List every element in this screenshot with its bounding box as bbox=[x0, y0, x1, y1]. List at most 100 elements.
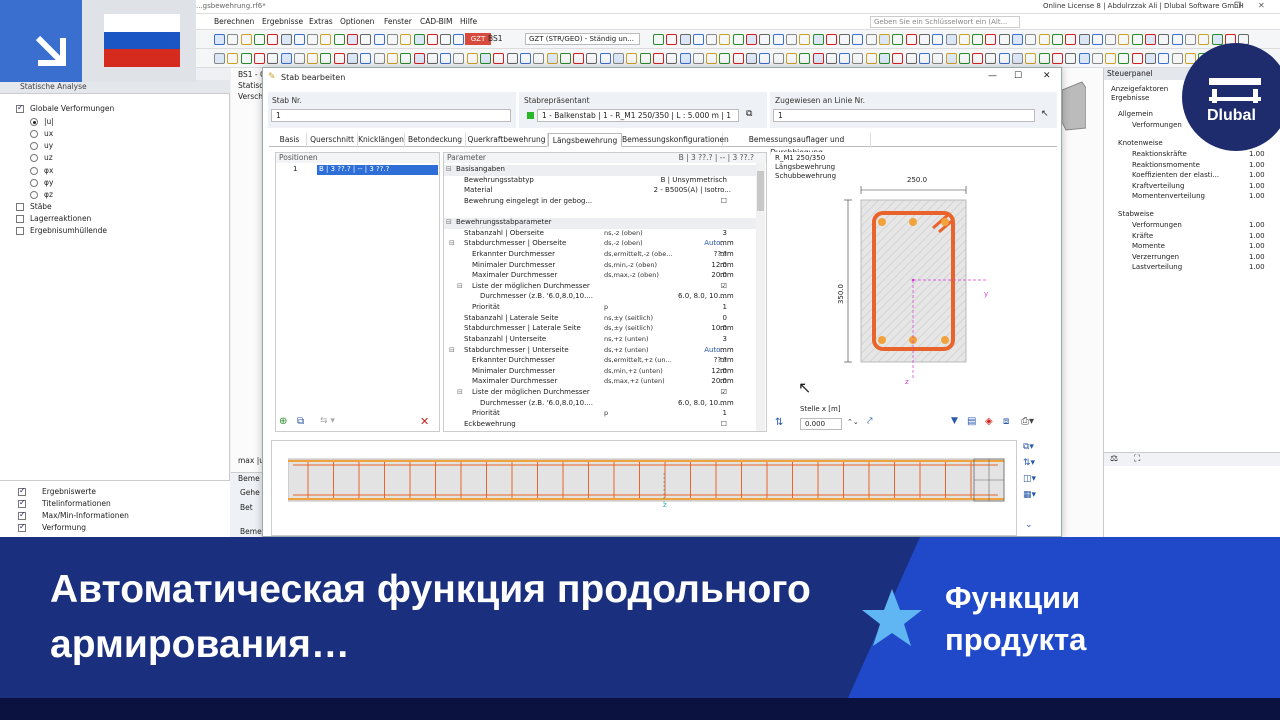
toolbar-button-icon[interactable] bbox=[839, 53, 851, 64]
toolbar-button-icon[interactable] bbox=[240, 34, 252, 45]
toolbar-button-icon[interactable] bbox=[267, 34, 279, 45]
collapse-toggle-icon[interactable]: ⊟ bbox=[457, 282, 463, 290]
parameter-value[interactable]: 2 - B500S(A) | Isotro... bbox=[654, 186, 731, 194]
toolbar-button-icon[interactable] bbox=[879, 34, 890, 45]
long-view-options-3-icon[interactable]: ◫▾ bbox=[1023, 474, 1036, 484]
stabrep-edit-icon[interactable]: ⧉ bbox=[746, 109, 752, 119]
toolbar-button-icon[interactable] bbox=[865, 34, 877, 45]
toolbar-button-icon[interactable] bbox=[918, 53, 930, 64]
table-icon[interactable]: ▤ bbox=[967, 416, 976, 427]
parameter-row[interactable]: Liste der möglichen Durchmesser ⊟ ☑ bbox=[444, 282, 759, 293]
toolbar-button-icon[interactable] bbox=[480, 53, 491, 64]
toolbar-button-icon[interactable] bbox=[812, 34, 824, 45]
parameter-row[interactable]: Maximaler Durchmesser ds,max,+z (unten) 20… bbox=[444, 377, 759, 388]
search-input[interactable]: Geben Sie ein Schlüsselwort ein (Alt... bbox=[870, 16, 1020, 28]
control-row-value[interactable]: 1.00 bbox=[1249, 242, 1265, 250]
toolbar-button-icon[interactable] bbox=[1091, 53, 1103, 64]
toolbar-button-icon[interactable] bbox=[1051, 34, 1063, 45]
collapse-toggle-icon[interactable]: ⊟ bbox=[446, 165, 452, 173]
tab-7[interactable]: Bemessungsauflager und Durchbiegung bbox=[723, 133, 871, 157]
toolbar-button-icon[interactable] bbox=[972, 53, 984, 64]
toolbar-button-icon[interactable] bbox=[320, 34, 332, 45]
delete-position-icon[interactable]: ✕ bbox=[420, 415, 429, 428]
toolbar-button-icon[interactable] bbox=[400, 53, 412, 64]
parameter-row[interactable]: Bewehrungsstabparameter ⊟ bbox=[444, 218, 759, 229]
toolbar-button-icon[interactable] bbox=[253, 53, 265, 64]
long-view-options-1-icon[interactable]: ⧉▾ bbox=[1023, 442, 1034, 452]
tab-0[interactable]: Basis bbox=[273, 133, 307, 147]
toolbar-button-icon[interactable] bbox=[240, 53, 252, 64]
toolbar-button-icon[interactable] bbox=[1171, 34, 1183, 45]
toolbar-button-icon[interactable] bbox=[746, 34, 757, 45]
toolbar-button-icon[interactable] bbox=[519, 53, 531, 64]
print-icon[interactable]: ⎙▾ bbox=[1021, 416, 1034, 427]
toolbar-button-icon[interactable] bbox=[400, 34, 412, 45]
toolbar-button-icon[interactable] bbox=[1065, 53, 1077, 64]
longitudinal-view[interactable]: z bbox=[271, 440, 1017, 536]
copy-position-icon[interactable]: ⧉ bbox=[297, 416, 304, 427]
tree-checkbox[interactable] bbox=[16, 203, 24, 211]
parameter-value[interactable]: B | Unsymmetrisch bbox=[661, 176, 727, 184]
toolbar-button-icon[interactable] bbox=[546, 53, 558, 64]
tree-icon[interactable]: ⛶ bbox=[1134, 454, 1140, 464]
parameter-value[interactable]: ☐ bbox=[721, 197, 727, 205]
toolbar-button-icon[interactable] bbox=[413, 53, 425, 64]
toolbar-button-icon[interactable] bbox=[652, 53, 664, 64]
toolbar-button-icon[interactable] bbox=[892, 34, 904, 45]
toolbar-button-icon[interactable] bbox=[506, 53, 518, 64]
close-icon[interactable]: ✕ bbox=[1258, 1, 1265, 10]
toolbar-button-icon[interactable] bbox=[692, 34, 704, 45]
control-row-value[interactable]: 1.00 bbox=[1249, 253, 1265, 261]
parameter-row[interactable]: Eckbewehrung ☐ bbox=[444, 420, 759, 431]
tree-item-label[interactable]: φx bbox=[44, 166, 53, 175]
toolbar-button-icon[interactable] bbox=[227, 53, 239, 64]
parameter-value[interactable]: 3 bbox=[723, 229, 727, 237]
display-option-checkbox[interactable] bbox=[18, 510, 26, 520]
parameter-row[interactable]: Stabdurchmesser | Unterseite ⊟ ds,+z (unte… bbox=[444, 346, 759, 357]
menu-hilfe[interactable]: Hilfe bbox=[460, 17, 477, 26]
toolbar-button-icon[interactable] bbox=[825, 34, 837, 45]
tree-radio[interactable] bbox=[30, 179, 38, 187]
parameter-row[interactable]: Stabdurchmesser | Oberseite ⊟ ds,-z (oben)… bbox=[444, 239, 759, 250]
toolbar-button-icon[interactable] bbox=[706, 53, 718, 64]
toolbar-button-icon[interactable] bbox=[879, 53, 890, 64]
toolbar-button-icon[interactable] bbox=[1131, 34, 1143, 45]
parameter-row[interactable]: Stabanzahl | Oberseite ns,-z (oben) 3 bbox=[444, 229, 759, 240]
toolbar-button-icon[interactable] bbox=[785, 34, 797, 45]
view-options-icon[interactable]: ⇅ bbox=[775, 417, 783, 428]
toolbar-button-icon[interactable] bbox=[732, 34, 744, 45]
scale-icon[interactable]: ⚖ bbox=[1110, 454, 1118, 464]
toolbar-button-icon[interactable] bbox=[985, 34, 997, 45]
toolbar-button-icon[interactable] bbox=[573, 53, 585, 64]
menu-cad-bim[interactable]: CAD-BIM bbox=[420, 17, 452, 26]
stab-nr-field[interactable]: 1 bbox=[271, 109, 511, 122]
toolbar-button-icon[interactable] bbox=[1118, 34, 1130, 45]
toolbar-button-icon[interactable] bbox=[599, 53, 611, 64]
tree-item-label[interactable]: Stäbe bbox=[30, 202, 52, 211]
parameter-row[interactable]: Basisangaben ⊟ bbox=[444, 165, 759, 176]
toolbar-button-icon[interactable] bbox=[706, 34, 718, 45]
tree-radio[interactable] bbox=[30, 130, 38, 138]
pick-icon[interactable]: ↖ bbox=[1041, 109, 1049, 119]
toolbar-button-icon[interactable] bbox=[333, 34, 345, 45]
toolbar-button-icon[interactable] bbox=[772, 34, 784, 45]
collapse-icon[interactable]: ⌄ bbox=[1025, 520, 1033, 530]
toolbar-button-icon[interactable] bbox=[1105, 34, 1117, 45]
menu-optionen[interactable]: Optionen bbox=[340, 17, 374, 26]
toolbar-button-icon[interactable] bbox=[214, 53, 225, 64]
parameter-row[interactable]: Bewehrungsstabtyp B | Unsymmetrisch bbox=[444, 176, 759, 187]
toolbar-button-icon[interactable] bbox=[1105, 53, 1117, 64]
toolbar-button-icon[interactable] bbox=[320, 53, 332, 64]
toolbar-button-icon[interactable] bbox=[799, 34, 811, 45]
parameter-row[interactable]: Stabanzahl | Unterseite ns,+z (unten) 3 bbox=[444, 335, 759, 346]
toolbar-button-icon[interactable] bbox=[267, 53, 279, 64]
parameter-value[interactable]: 1 bbox=[723, 303, 727, 311]
toolbar-button-icon[interactable] bbox=[1038, 34, 1050, 45]
toolbar-button-icon[interactable] bbox=[440, 34, 452, 45]
toolbar-button-icon[interactable] bbox=[1038, 53, 1050, 64]
toolbar-button-icon[interactable] bbox=[639, 53, 651, 64]
toolbar-button-icon[interactable] bbox=[360, 53, 372, 64]
toolbar-button-icon[interactable] bbox=[1158, 34, 1170, 45]
filter-icon[interactable]: ▼ bbox=[951, 416, 958, 426]
assigned-field[interactable]: 1 bbox=[773, 109, 1035, 122]
